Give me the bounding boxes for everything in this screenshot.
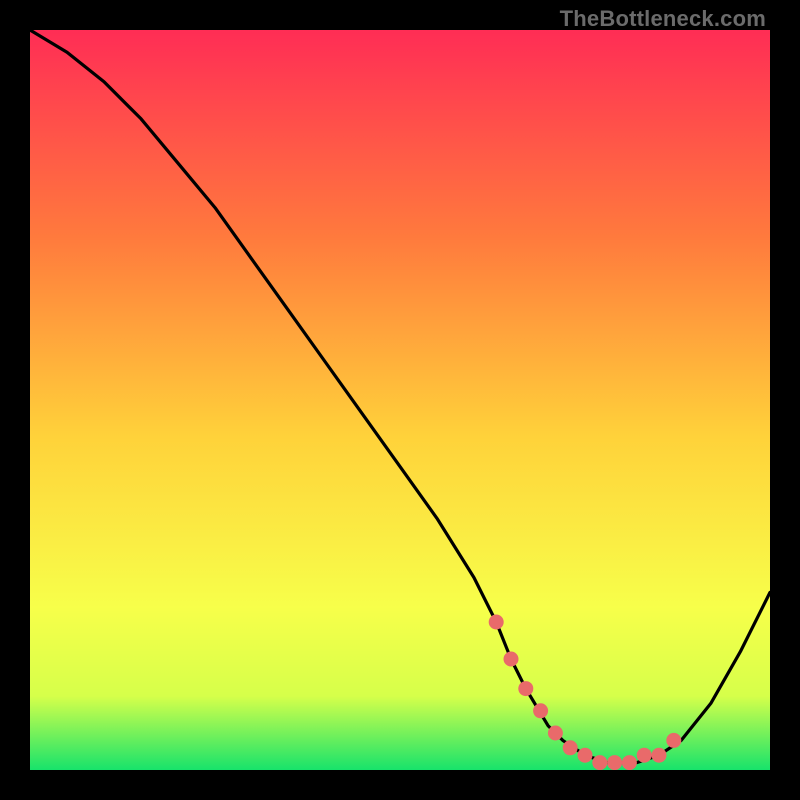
optimal-dot [578, 748, 593, 763]
attribution-text: TheBottleneck.com [560, 6, 766, 32]
optimal-dot [666, 733, 681, 748]
optimal-dot [518, 681, 533, 696]
optimal-dot [504, 652, 519, 667]
optimal-dot [533, 703, 548, 718]
optimal-dot [548, 726, 563, 741]
optimal-dot [622, 755, 637, 770]
optimal-dot [563, 740, 578, 755]
optimal-dot [637, 748, 652, 763]
optimal-dot [652, 748, 667, 763]
optimal-dot [592, 755, 607, 770]
gradient-background [30, 30, 770, 770]
optimal-dot [607, 755, 622, 770]
chart-frame [30, 30, 770, 770]
bottleneck-chart [30, 30, 770, 770]
optimal-dot [489, 615, 504, 630]
